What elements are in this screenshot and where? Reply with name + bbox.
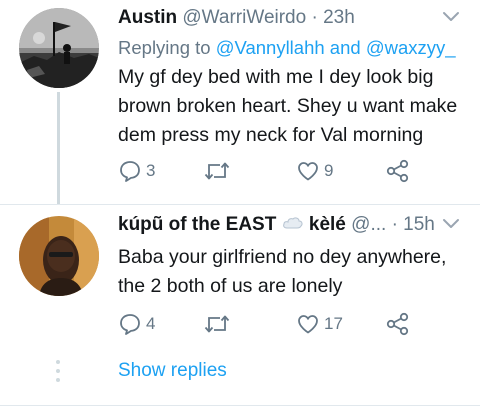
- replying-prefix: Replying to: [118, 37, 211, 58]
- retweet-icon: [204, 162, 230, 180]
- tweet-header: kúpũ of the EAST kèlé @... · 15h: [118, 214, 456, 238]
- reply-button[interactable]: 4: [118, 309, 155, 339]
- avatar-image: [19, 8, 99, 88]
- retweet-button[interactable]: [204, 156, 234, 186]
- chevron-down-icon[interactable]: [442, 11, 460, 23]
- timestamp[interactable]: 23h: [323, 7, 355, 28]
- reply-icon: [120, 161, 140, 182]
- thread-line: [57, 92, 60, 204]
- tweet-text: Baba your girlfriend no dey anywhere, th…: [118, 246, 447, 297]
- replying-and: and: [329, 37, 361, 58]
- share-button[interactable]: [385, 309, 411, 339]
- chevron-down-icon[interactable]: [442, 218, 460, 230]
- show-replies-link[interactable]: Show replies: [118, 360, 227, 382]
- timestamp[interactable]: 15h: [403, 214, 435, 235]
- display-name[interactable]: Austin: [118, 7, 177, 28]
- display-name[interactable]: kúpũ of the EAST: [118, 214, 276, 235]
- tweet-header: Austin @WarriWeirdo · 23h: [118, 7, 456, 31]
- tweet-austin[interactable]: Austin @WarriWeirdo · 23h Replying to @V…: [0, 0, 480, 204]
- like-count: 17: [324, 314, 343, 333]
- divider: [0, 204, 480, 205]
- mention-link-waxzyy[interactable]: @waxzyy_: [366, 37, 456, 58]
- cloud-emoji-icon: [282, 217, 303, 229]
- divider: [0, 405, 480, 406]
- replying-to: Replying to @Vannyllahh and @waxzyy_: [118, 37, 456, 59]
- tweet-kupu[interactable]: kúpũ of the EAST kèlé @... · 15h Baba yo…: [0, 207, 480, 357]
- retweet-button[interactable]: [204, 309, 234, 339]
- share-icon: [386, 159, 409, 183]
- separator-dot: ·: [391, 214, 398, 235]
- user-handle[interactable]: @...: [351, 214, 386, 235]
- display-name-suffix[interactable]: kèlé: [309, 214, 346, 235]
- avatar[interactable]: [19, 216, 99, 296]
- reply-icon: [120, 314, 140, 335]
- avatar[interactable]: [19, 8, 99, 88]
- share-icon: [386, 312, 409, 336]
- reply-count: 3: [146, 161, 156, 180]
- tweet-actions: 4 17: [118, 309, 438, 339]
- reply-button[interactable]: 3: [118, 156, 155, 186]
- share-button[interactable]: [385, 156, 411, 186]
- heart-icon: [298, 315, 318, 334]
- like-count: 9: [324, 161, 334, 180]
- separator-dot: ·: [311, 7, 318, 28]
- like-button[interactable]: 17: [296, 309, 343, 339]
- tweet-text: My gf dey bed with me I dey look big bro…: [118, 66, 458, 146]
- heart-icon: [298, 162, 318, 181]
- thread-more-dots: [55, 360, 61, 387]
- user-handle[interactable]: @WarriWeirdo: [182, 7, 306, 28]
- tweet-actions: 3 9: [118, 156, 438, 186]
- mention-link-vannyllahh[interactable]: @Vannyllahh: [216, 37, 325, 58]
- reply-count: 4: [146, 314, 156, 333]
- like-button[interactable]: 9: [296, 156, 333, 186]
- retweet-icon: [204, 315, 230, 333]
- avatar-image: [19, 216, 99, 296]
